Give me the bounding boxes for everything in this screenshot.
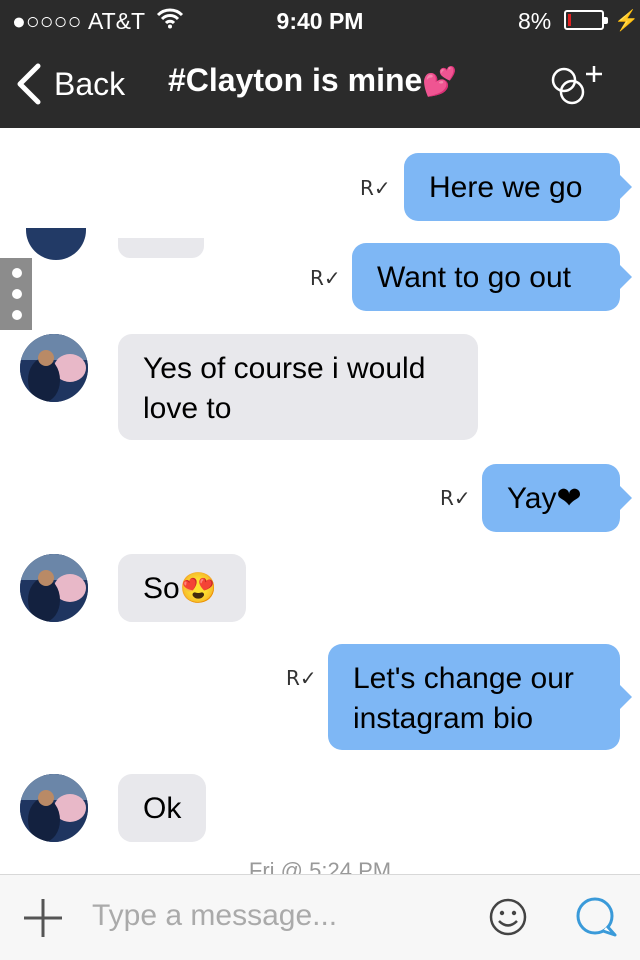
dot-icon — [12, 289, 22, 299]
battery-icon — [564, 10, 608, 30]
message-list[interactable]: R✓ Here we go R✓ Want to go out Yes of c… — [0, 128, 640, 874]
outgoing-message[interactable]: Yay❤ — [482, 464, 632, 532]
profile-photo — [20, 334, 88, 402]
profile-photo — [20, 554, 88, 622]
outgoing-message[interactable]: Here we go — [404, 153, 632, 221]
avatar — [26, 228, 86, 260]
message-text: Ok — [143, 792, 182, 825]
read-receipt-icon: R✓ — [360, 176, 391, 200]
avatar[interactable] — [20, 334, 88, 402]
incoming-message[interactable]: Yes of course i would love to — [118, 334, 478, 440]
message-text: Here we go — [429, 171, 583, 204]
message-text: Want to go out — [377, 261, 572, 294]
dot-icon — [12, 310, 22, 320]
back-button[interactable]: Back — [14, 62, 125, 106]
message-text: instagram bio — [353, 702, 534, 735]
battery-percent: 8% — [518, 8, 552, 34]
dot-icon — [12, 268, 22, 278]
navigation-bar: Back #Clayton is mine💕 — [0, 40, 640, 128]
timestamp: Fri @ 5:24 PM — [248, 858, 392, 874]
two-hearts-icon: 💕 — [422, 66, 458, 97]
read-receipt-icon: R✓ — [310, 266, 341, 290]
top-bar: ●○○○○ AT&T 9:40 PM 8% ⚡ Back #Clayton is… — [0, 0, 640, 128]
conversation-title: #Clayton is mine💕 — [168, 62, 457, 99]
message-text: So😍 — [143, 572, 218, 605]
message-text: Yes of course i would — [143, 352, 426, 385]
plus-icon[interactable] — [22, 897, 64, 939]
message-input[interactable]: Type a message... — [92, 899, 472, 939]
smiley-icon[interactable] — [488, 897, 528, 937]
side-drawer-handle[interactable] — [0, 258, 32, 330]
message-text: Yay❤ — [507, 482, 582, 515]
outgoing-message[interactable]: Want to go out — [352, 243, 632, 311]
chat-bubble-icon[interactable] — [574, 895, 618, 939]
back-label: Back — [54, 65, 126, 102]
avatar[interactable] — [20, 774, 88, 842]
bolt-icon: ⚡ — [614, 10, 639, 32]
profile-photo — [20, 774, 88, 842]
read-receipt-icon: R✓ — [286, 666, 317, 690]
message-text: Let's change our — [353, 662, 574, 695]
incoming-message[interactable]: So😍 — [118, 554, 246, 622]
message-bubble-partial — [118, 238, 204, 258]
chevron-left-icon — [17, 63, 41, 105]
avatar[interactable] — [20, 554, 88, 622]
add-participant-icon[interactable] — [548, 62, 610, 108]
incoming-message[interactable]: Ok — [118, 774, 206, 842]
status-bar: ●○○○○ AT&T 9:40 PM 8% ⚡ — [0, 0, 640, 40]
conversation-title-text: #Clayton is mine — [168, 62, 423, 98]
message-text: love to — [143, 392, 232, 425]
message-composer: Type a message... — [0, 874, 640, 960]
outgoing-message[interactable]: Let's change our instagram bio — [328, 644, 632, 750]
read-receipt-icon: R✓ — [440, 486, 471, 510]
